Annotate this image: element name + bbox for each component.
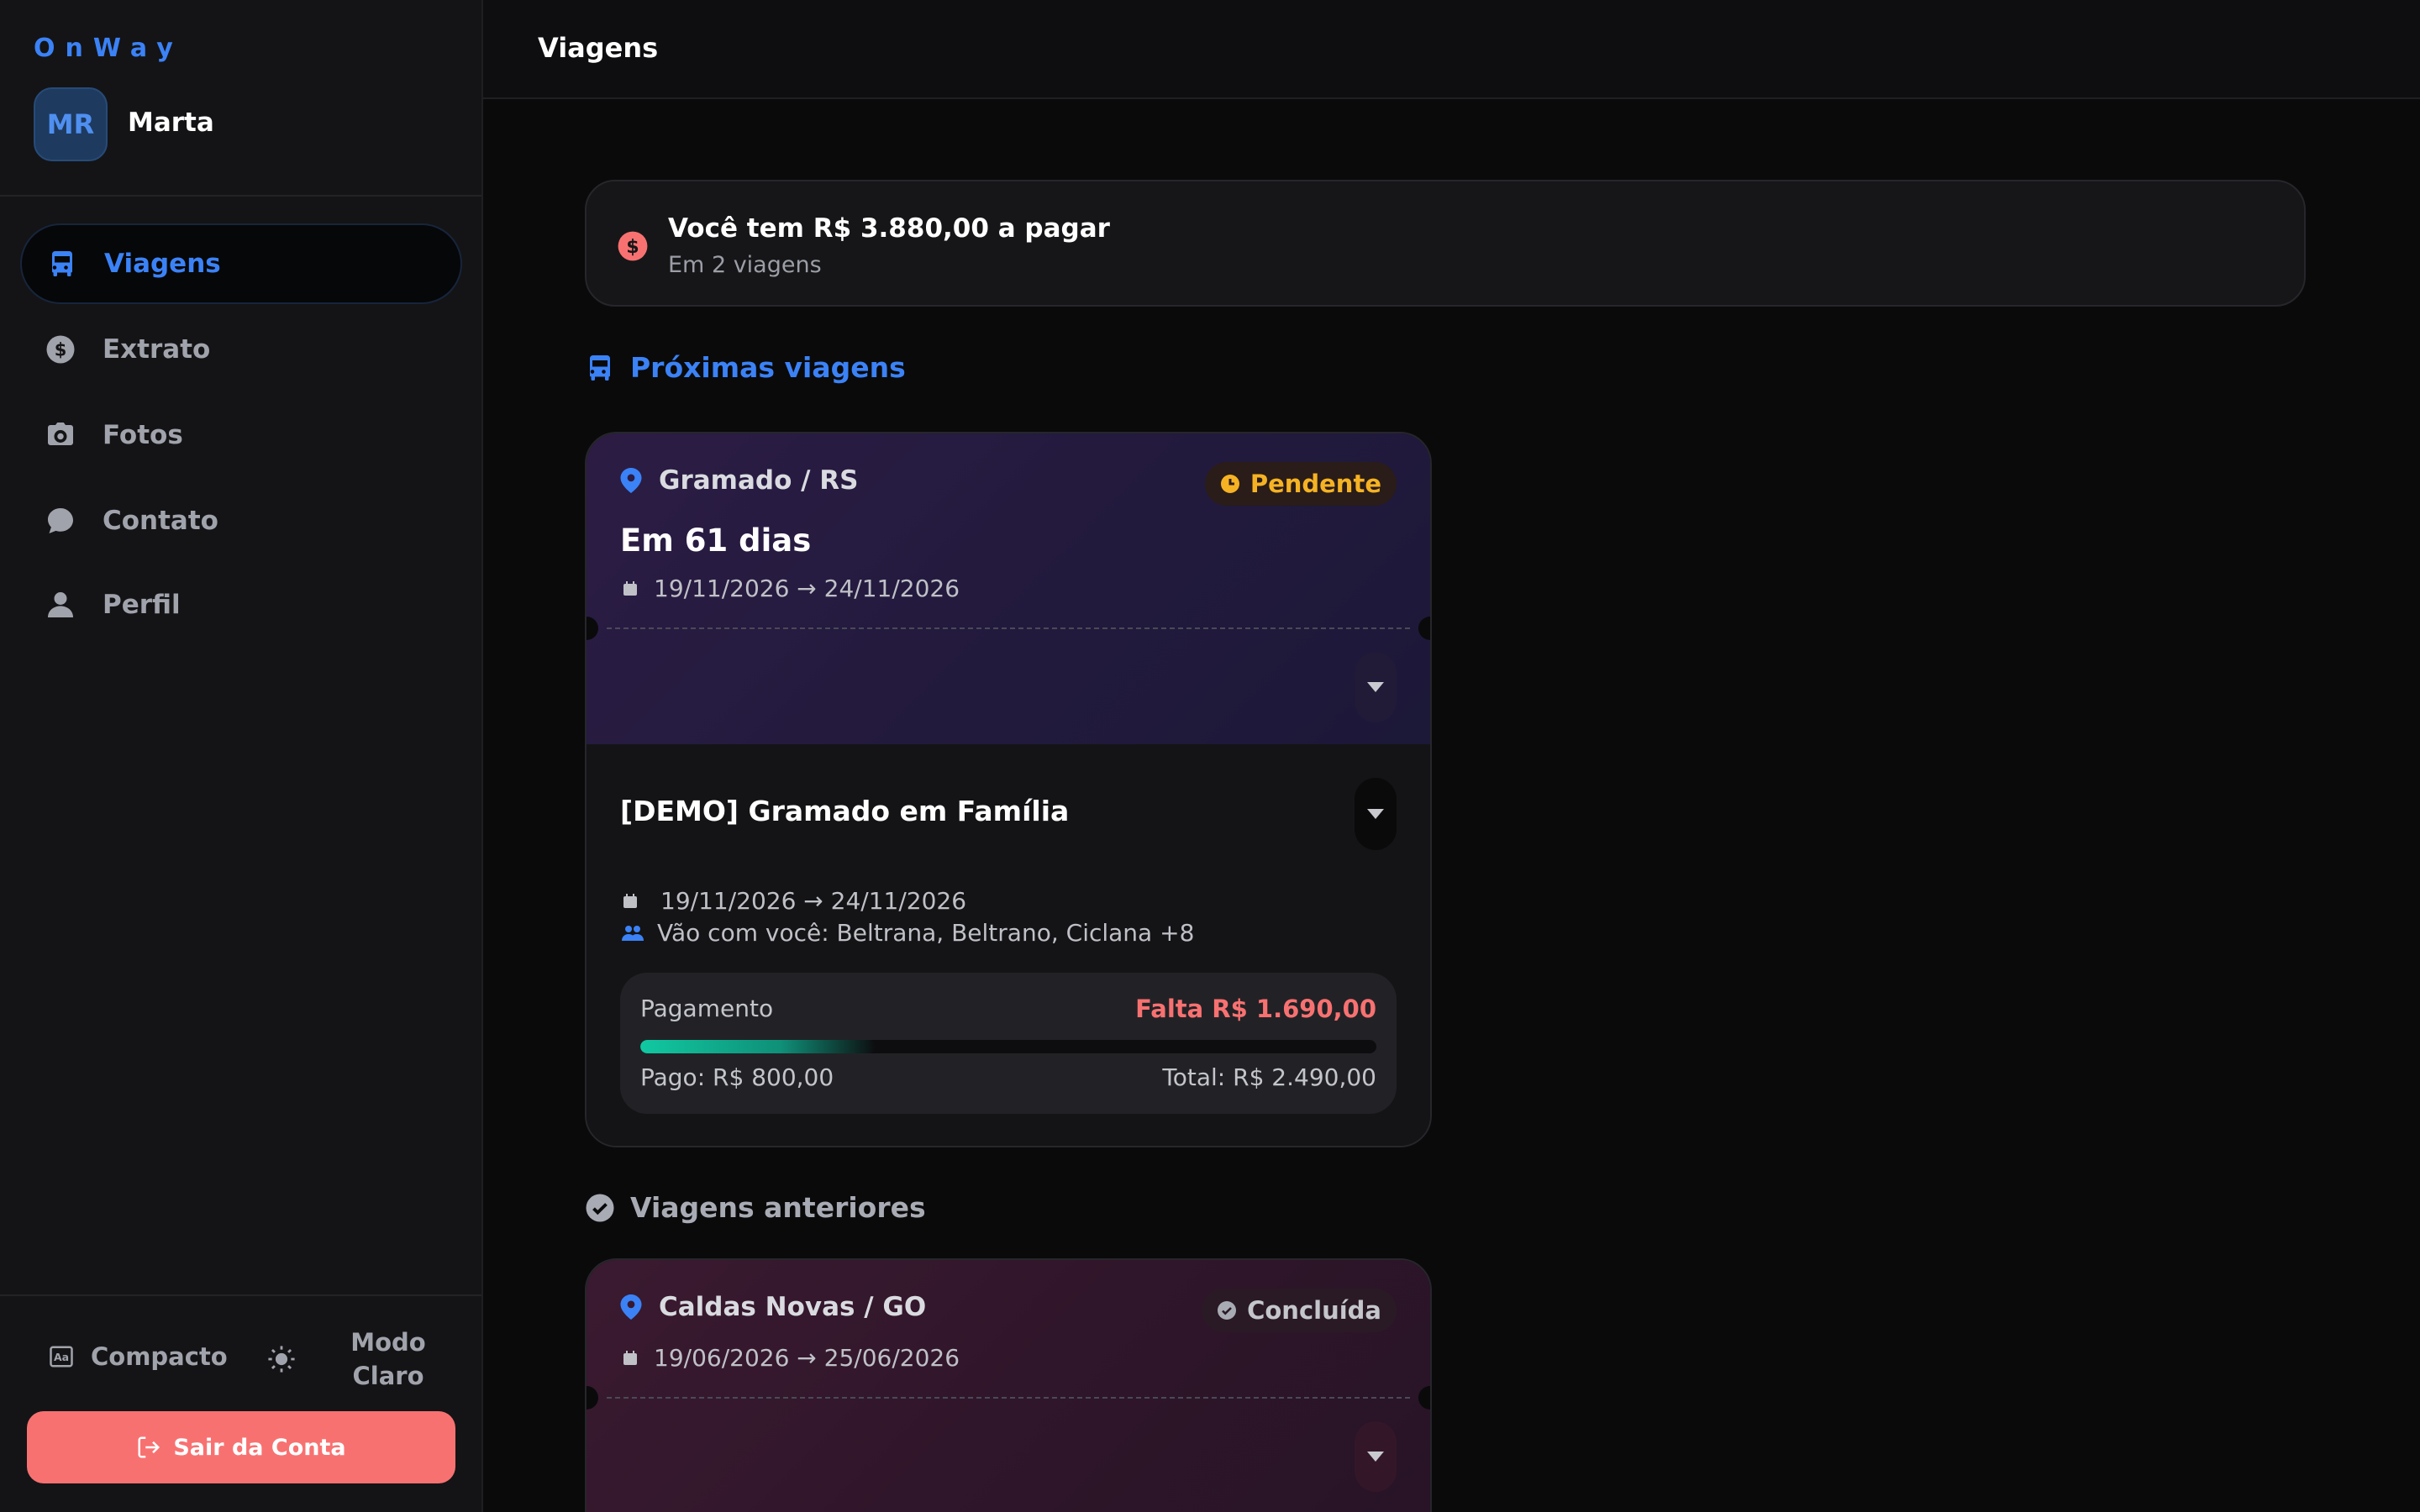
trip-location-label: Gramado / RS bbox=[659, 465, 859, 496]
sidebar-item-perfil[interactable]: Perfil bbox=[20, 564, 462, 645]
trip-card-body: [DEMO] Gramado em Família 19/11/2026 → 2… bbox=[587, 744, 1430, 1146]
calendar-icon bbox=[623, 580, 637, 596]
sidebar-footer-divider bbox=[0, 1294, 481, 1296]
map-pin-icon bbox=[620, 1294, 642, 1320]
user-icon bbox=[48, 592, 73, 617]
sidebar-item-label: Fotos bbox=[103, 420, 183, 450]
ticket-divider bbox=[607, 627, 1410, 629]
ticket-notch bbox=[587, 1386, 598, 1410]
trip-body-dates-label: 19/11/2026 → 24/11/2026 bbox=[660, 887, 967, 915]
trip-location: Caldas Novas / GO bbox=[620, 1292, 926, 1322]
trip-companions: Vão com você: Beltrana, Beltrano, Ciclan… bbox=[622, 919, 1194, 947]
status-badge: Concluída bbox=[1202, 1289, 1397, 1332]
chevron-down-icon bbox=[1367, 1452, 1384, 1462]
sidebar-item-label: Contato bbox=[103, 506, 218, 536]
payment-total: Total: R$ 2.490,00 bbox=[1162, 1063, 1376, 1091]
sidebar-item-viagens[interactable]: Viagens bbox=[20, 223, 462, 304]
section-title-label: Viagens anteriores bbox=[630, 1191, 926, 1224]
dollar-circle-icon: $ bbox=[46, 335, 75, 364]
sidebar-item-fotos[interactable]: Fotos bbox=[20, 395, 462, 475]
section-title-label: Próximas viagens bbox=[630, 351, 906, 384]
expand-details-button[interactable] bbox=[1355, 778, 1397, 850]
trip-card-header: Gramado / RS Pendente Em 61 dias 19/11/2… bbox=[587, 433, 1430, 744]
svg-text:$: $ bbox=[626, 236, 639, 258]
dollar-circle-icon: $ bbox=[618, 231, 648, 261]
trip-dates: 19/06/2026 → 25/06/2026 bbox=[622, 1344, 960, 1372]
bus-icon bbox=[590, 354, 610, 381]
ticket-divider bbox=[607, 1397, 1410, 1399]
top-bar: Viagens bbox=[483, 0, 2420, 99]
avatar[interactable]: MR bbox=[34, 87, 108, 161]
user-name: Marta bbox=[128, 108, 214, 138]
alert-title: Você tem R$ 3.880,00 a pagar bbox=[668, 213, 1110, 244]
users-icon bbox=[622, 925, 644, 941]
payment-label: Pagamento bbox=[640, 995, 774, 1022]
trip-name: [DEMO] Gramado em Família bbox=[620, 795, 1070, 827]
expand-button[interactable] bbox=[1355, 652, 1397, 722]
trip-card-header: Caldas Novas / GO Concluída 19/06/2026 →… bbox=[587, 1260, 1430, 1512]
check-circle-icon bbox=[1218, 1301, 1237, 1320]
sidebar-divider bbox=[0, 195, 481, 197]
logout-icon bbox=[138, 1436, 160, 1458]
status-badge-label: Concluída bbox=[1247, 1296, 1381, 1325]
compact-toggle[interactable]: Aa Compacto bbox=[49, 1342, 228, 1371]
status-badge-label: Pendente bbox=[1249, 470, 1381, 498]
theme-toggle[interactable]: Modo Claro bbox=[267, 1326, 439, 1393]
trip-dates-label: 19/11/2026 → 24/11/2026 bbox=[654, 575, 960, 602]
ticket-notch bbox=[1418, 617, 1430, 640]
sidebar-item-label: Perfil bbox=[103, 590, 181, 620]
expand-button[interactable] bbox=[1355, 1421, 1397, 1492]
trip-dates-label: 19/06/2026 → 25/06/2026 bbox=[654, 1344, 960, 1372]
check-circle-icon bbox=[586, 1194, 614, 1221]
payment-alert[interactable]: $ Você tem R$ 3.880,00 a pagar Em 2 viag… bbox=[585, 180, 2306, 307]
payment-progress-fill bbox=[640, 1040, 876, 1053]
payment-box: Pagamento Falta R$ 1.690,00 Pago: R$ 800… bbox=[620, 973, 1397, 1114]
svg-text:Aa: Aa bbox=[54, 1351, 69, 1363]
trip-companions-label: Vão com você: Beltrana, Beltrano, Ciclan… bbox=[657, 919, 1195, 947]
ticket-notch bbox=[1418, 1386, 1430, 1410]
text-size-icon: Aa bbox=[50, 1346, 73, 1368]
section-title-past: Viagens anteriores bbox=[585, 1191, 926, 1224]
status-badge: Pendente bbox=[1204, 462, 1397, 506]
trip-body-dates: 19/11/2026 → 24/11/2026 bbox=[622, 887, 966, 915]
sidebar-item-label: Extrato bbox=[103, 334, 211, 365]
logout-button[interactable]: Sair da Conta bbox=[27, 1411, 455, 1483]
bus-icon bbox=[52, 251, 72, 276]
clock-icon bbox=[1220, 475, 1239, 493]
trip-card[interactable]: Gramado / RS Pendente Em 61 dias 19/11/2… bbox=[585, 432, 1432, 1147]
sun-icon bbox=[268, 1346, 295, 1373]
trip-dates: 19/11/2026 → 24/11/2026 bbox=[622, 575, 960, 602]
chat-bubble-icon bbox=[48, 508, 73, 533]
chevron-down-icon bbox=[1367, 682, 1384, 692]
section-title-upcoming: Próximas viagens bbox=[585, 351, 906, 384]
payment-missing: Falta R$ 1.690,00 bbox=[1135, 995, 1376, 1023]
calendar-icon bbox=[623, 1350, 637, 1365]
brand-logo: OnWay bbox=[34, 34, 183, 63]
map-pin-icon bbox=[620, 468, 642, 493]
sidebar-item-extrato[interactable]: $ Extrato bbox=[20, 309, 462, 390]
alert-subtitle: Em 2 viagens bbox=[668, 252, 822, 278]
trip-location-label: Caldas Novas / GO bbox=[659, 1292, 927, 1322]
trip-countdown: Em 61 dias bbox=[620, 522, 812, 559]
page-title: Viagens bbox=[538, 32, 659, 64]
payment-paid: Pago: R$ 800,00 bbox=[640, 1063, 834, 1091]
sidebar: OnWay MR Marta Viagens $ Extrato Fotos C… bbox=[0, 0, 483, 1512]
logout-label: Sair da Conta bbox=[173, 1434, 346, 1461]
camera-icon bbox=[48, 423, 73, 445]
calendar-icon bbox=[623, 893, 637, 908]
trip-location: Gramado / RS bbox=[620, 465, 858, 496]
sidebar-item-label: Viagens bbox=[104, 249, 221, 279]
chevron-down-icon bbox=[1367, 809, 1384, 819]
svg-text:$: $ bbox=[55, 340, 67, 360]
sidebar-item-contato[interactable]: Contato bbox=[20, 480, 462, 561]
compact-label: Compacto bbox=[91, 1342, 228, 1371]
trip-card[interactable]: Caldas Novas / GO Concluída 19/06/2026 →… bbox=[585, 1258, 1432, 1512]
ticket-notch bbox=[587, 617, 598, 640]
theme-label: Modo Claro bbox=[350, 1328, 426, 1390]
payment-progress-bar bbox=[640, 1040, 1376, 1053]
